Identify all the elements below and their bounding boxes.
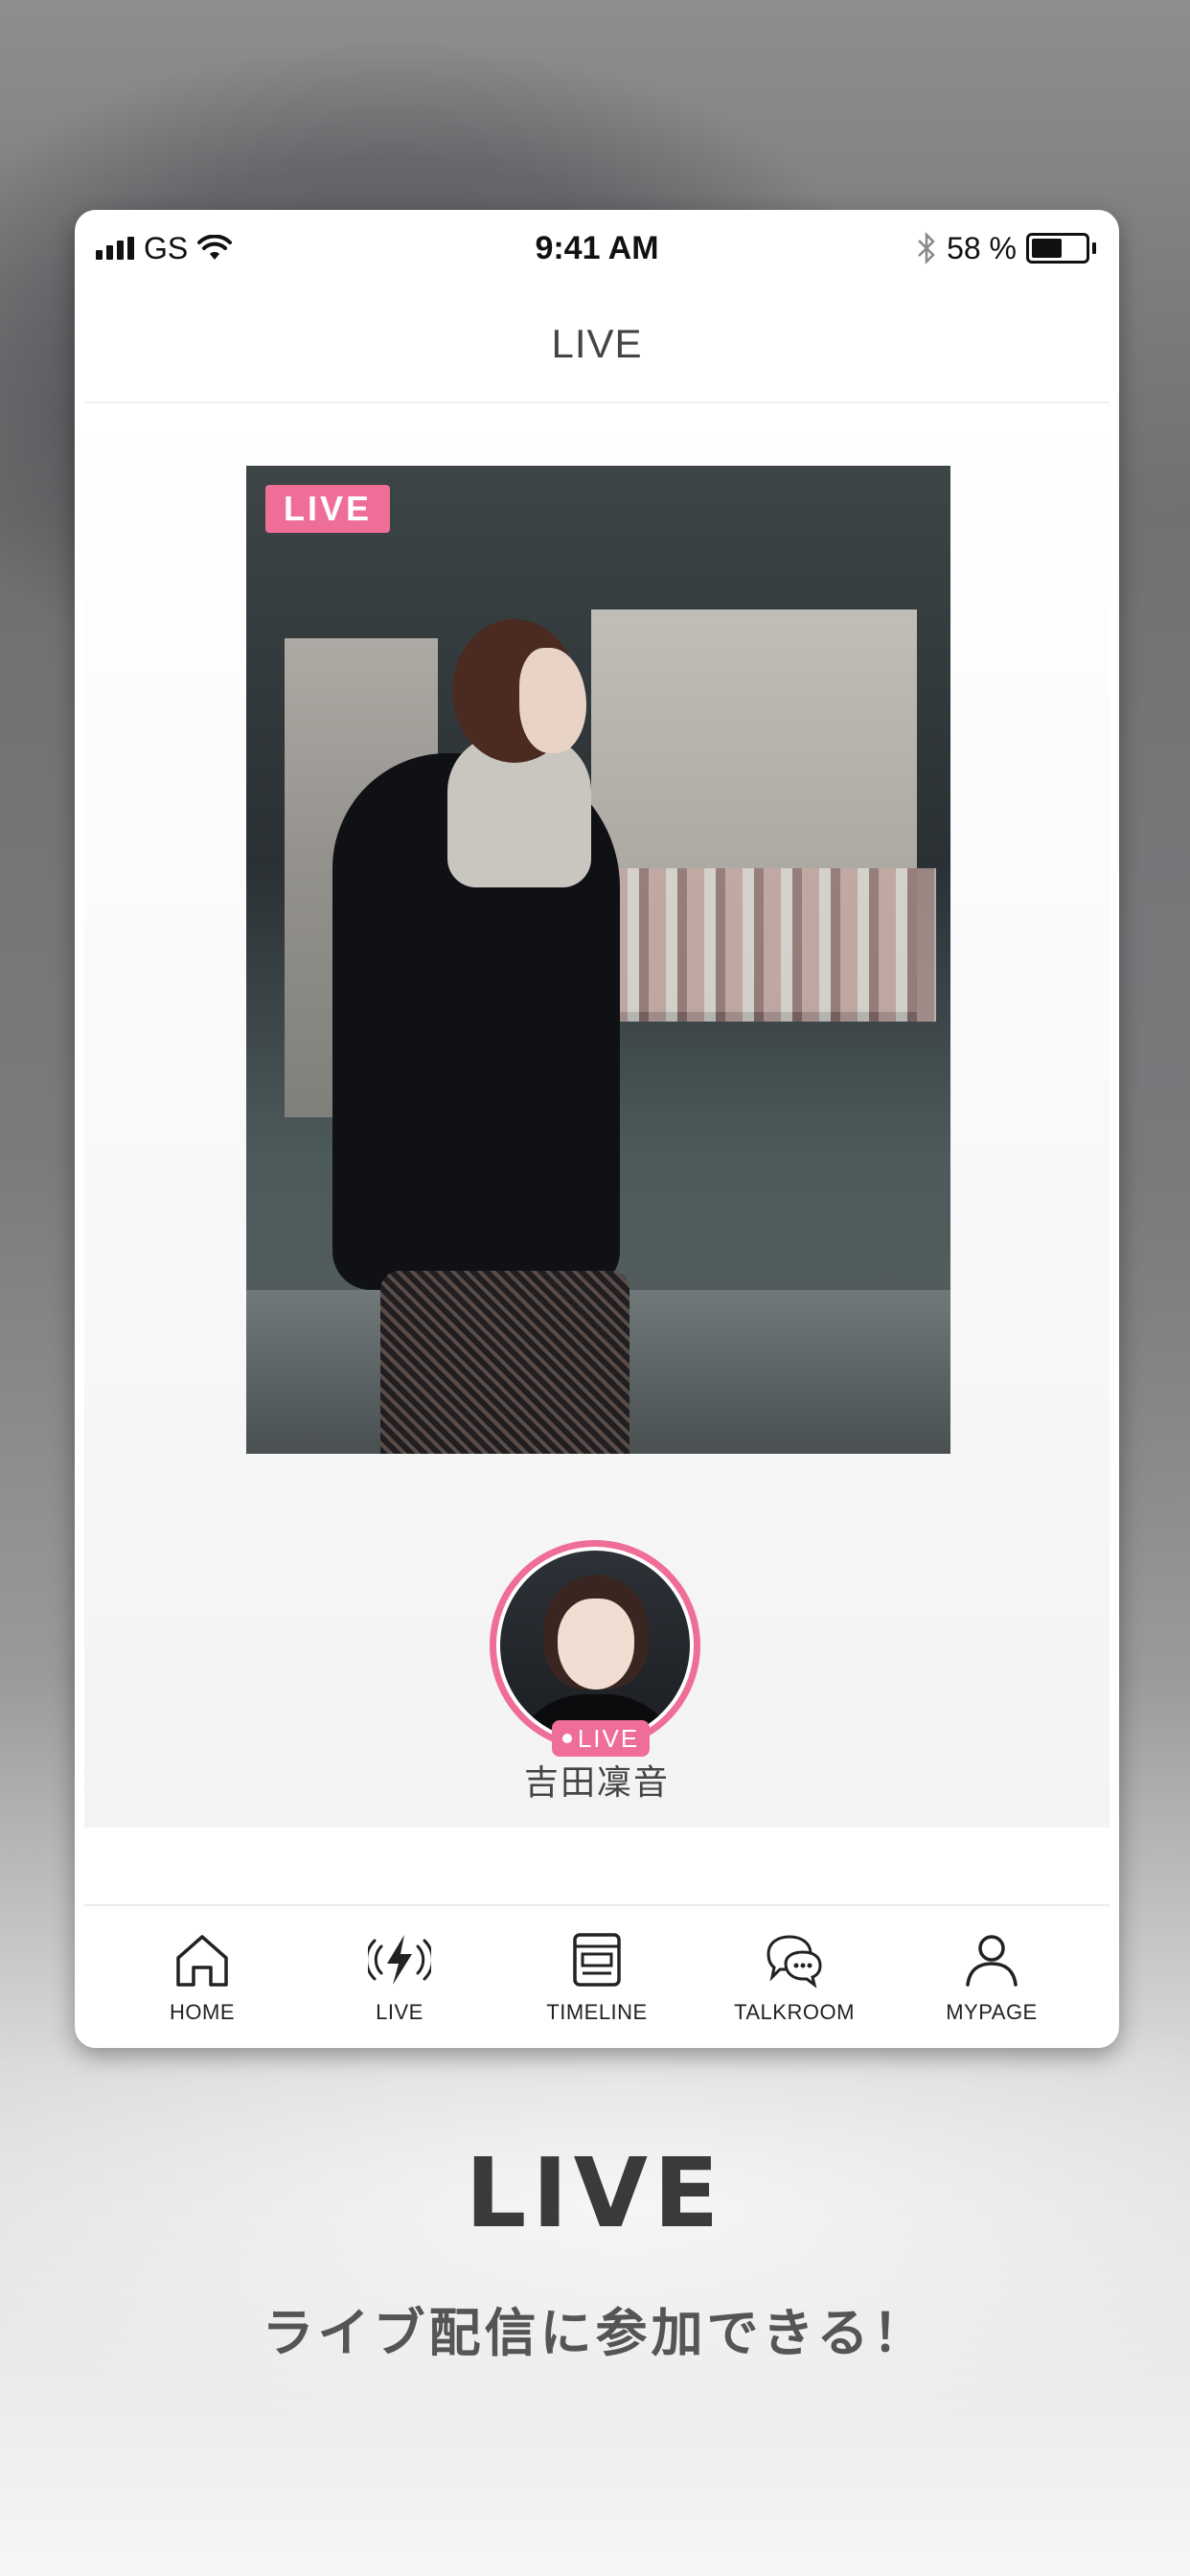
avatar-live-label: LIVE bbox=[577, 1723, 640, 1753]
live-bolt-icon bbox=[368, 1935, 431, 1985]
bluetooth-icon bbox=[918, 232, 935, 264]
tab-mypage[interactable]: MYPAGE bbox=[896, 1929, 1087, 2025]
wifi-icon bbox=[197, 235, 233, 260]
promo-title: LIVE bbox=[465, 2137, 725, 2249]
cell-signal-icon bbox=[96, 237, 134, 260]
battery-percent: 58 % bbox=[947, 230, 1017, 265]
featured-stream-thumbnail[interactable]: LIVE bbox=[246, 466, 950, 1454]
tab-mypage-label: MYPAGE bbox=[946, 2000, 1038, 2024]
tab-live[interactable]: LIVE bbox=[304, 1929, 495, 2025]
streamer-name[interactable]: 吉田凜音 bbox=[84, 1755, 1110, 1805]
live-dot-icon bbox=[561, 1734, 572, 1743]
tab-home[interactable]: HOME bbox=[106, 1929, 298, 2025]
phone-screen: GS 9:41 AM 58 % LIVE LIVE LIVE 吉田凜音 HOME… bbox=[75, 210, 1119, 2048]
streamer-avatar[interactable] bbox=[490, 1540, 700, 1751]
battery-icon bbox=[1026, 233, 1096, 264]
tab-bar: HOME LIVE TIMELINE TALKROOM MYPAGE bbox=[84, 1904, 1110, 2048]
live-content[interactable]: LIVE LIVE 吉田凜音 bbox=[84, 405, 1110, 1828]
carrier-label: GS bbox=[144, 230, 189, 265]
chat-bubbles-icon bbox=[767, 1935, 822, 1989]
tab-home-label: HOME bbox=[170, 2000, 235, 2024]
avatar-live-badge: LIVE bbox=[552, 1720, 650, 1757]
tab-talkroom-label: TALKROOM bbox=[734, 2000, 855, 2024]
live-badge: LIVE bbox=[265, 485, 390, 533]
tab-talkroom[interactable]: TALKROOM bbox=[698, 1929, 890, 2025]
home-icon bbox=[176, 1935, 228, 1987]
page-title: LIVE bbox=[551, 321, 643, 366]
timeline-icon bbox=[573, 1933, 621, 1987]
tab-timeline[interactable]: TIMELINE bbox=[501, 1929, 693, 2025]
tab-live-label: LIVE bbox=[376, 2000, 423, 2024]
promo-subtitle: ライブ配信に参加できる！ bbox=[262, 2303, 928, 2363]
nav-header: LIVE bbox=[84, 287, 1110, 403]
status-bar: GS 9:41 AM 58 % bbox=[75, 210, 1119, 287]
person-icon bbox=[966, 1935, 1018, 1987]
tab-timeline-label: TIMELINE bbox=[546, 2000, 648, 2024]
